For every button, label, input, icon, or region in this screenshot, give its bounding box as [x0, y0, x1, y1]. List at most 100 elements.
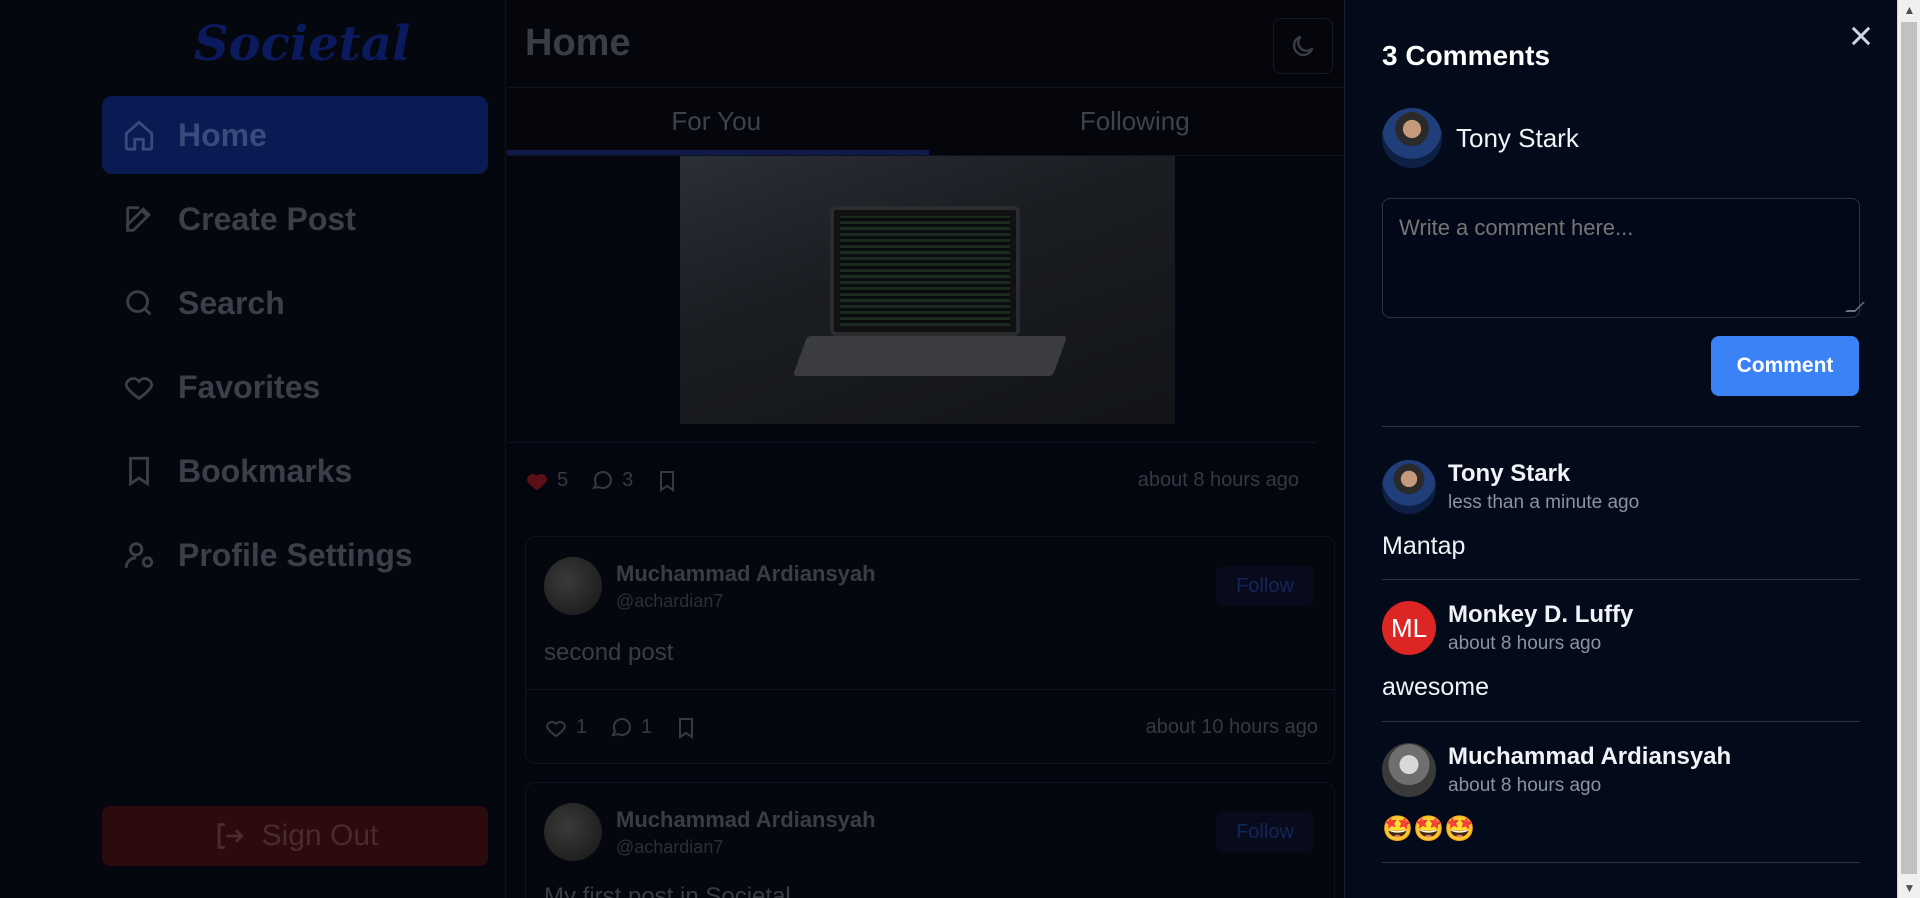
home-icon — [120, 116, 158, 154]
comment-text: awesome — [1382, 673, 1489, 701]
heart-icon — [545, 720, 567, 737]
like-count: 1 — [576, 716, 588, 738]
laptop-base-illustration — [792, 336, 1068, 376]
tab-following[interactable]: Following — [926, 88, 1345, 155]
sidebar-item-profile-settings[interactable]: Profile Settings — [102, 516, 488, 594]
comment-author: Monkey D. Luffy — [1448, 601, 1634, 628]
sidebar-item-favorites[interactable]: Favorites — [102, 348, 488, 426]
app-root: Societal Home Create Post Search Favorit… — [0, 0, 1920, 898]
comment-icon — [592, 470, 613, 489]
active-tab-indicator — [507, 150, 929, 155]
bookmark-button[interactable] — [655, 469, 687, 493]
comment-time: about 8 hours ago — [1448, 633, 1602, 654]
sidebar-item-label: Home — [178, 116, 267, 153]
like-button[interactable]: 5 — [525, 469, 568, 493]
bookmark-button[interactable] — [674, 716, 706, 740]
comment-icon — [611, 717, 632, 736]
post-text: second post — [544, 639, 674, 666]
feed: 5 3 about 8 hours ago Muchammad Ardiansy… — [507, 0, 1344, 898]
follow-button[interactable]: Follow — [1216, 812, 1314, 852]
bookmark-icon — [660, 470, 675, 492]
scroll-up-arrow-icon[interactable]: ▲ — [1898, 0, 1920, 20]
sidebar-item-label: Profile Settings — [178, 536, 413, 573]
comment-item: ML Monkey D. Luffy about 8 hours ago awe… — [1382, 601, 1860, 702]
feed-header: Home — [507, 0, 1344, 88]
post-time: about 10 hours ago — [1145, 716, 1318, 738]
author-handle: @achardian7 — [616, 590, 724, 611]
comment-text: 🤩🤩🤩 — [1382, 815, 1476, 843]
sidebar-item-label: Search — [178, 284, 285, 321]
post-actions: 5 3 about 8 hours ago — [507, 442, 1317, 518]
comment-count: 1 — [641, 716, 653, 738]
comment-text: Mantap — [1382, 532, 1466, 560]
bookmark-icon — [120, 452, 158, 490]
app-logo[interactable]: Societal — [194, 16, 410, 72]
scrollbar-thumb[interactable] — [1901, 22, 1917, 874]
post-author[interactable]: Muchammad Ardiansyah @achardian7 — [544, 803, 876, 861]
post-time: about 8 hours ago — [1137, 469, 1299, 491]
divider — [1382, 579, 1860, 580]
submit-comment-button[interactable]: Comment — [1711, 336, 1859, 396]
sidebar-item-label: Favorites — [178, 368, 321, 405]
comment-author: Muchammad Ardiansyah — [1448, 743, 1732, 770]
avatar — [1382, 743, 1436, 797]
comments-drawer: 3 Comments Tony Stark Comment Tony Stark… — [1344, 0, 1897, 898]
avatar — [1382, 460, 1436, 514]
author-name: Muchammad Ardiansyah — [616, 560, 876, 586]
heart-icon — [526, 473, 548, 490]
moon-icon — [1292, 35, 1314, 57]
author-handle: @achardian7 — [616, 836, 724, 857]
follow-button[interactable]: Follow — [1216, 566, 1314, 606]
close-icon — [1851, 26, 1871, 46]
divider — [1382, 862, 1860, 863]
sign-out-label: Sign Out — [261, 819, 379, 852]
post-actions: 1 1 about 10 hours ago — [526, 689, 1336, 765]
sidebar-item-label: Create Post — [178, 200, 356, 237]
close-button[interactable] — [1847, 22, 1875, 50]
user-settings-icon — [120, 536, 158, 574]
sign-out-button[interactable]: Sign Out — [102, 806, 488, 866]
comment-time: about 8 hours ago — [1448, 775, 1602, 796]
sidebar-item-label: Bookmarks — [178, 452, 353, 489]
post-image[interactable] — [680, 156, 1175, 424]
laptop-illustration — [830, 206, 1020, 336]
sidebar-item-bookmarks[interactable]: Bookmarks — [102, 432, 488, 510]
current-user: Tony Stark — [1382, 108, 1579, 168]
comment-button[interactable]: 3 — [590, 469, 633, 493]
sidebar-item-create-post[interactable]: Create Post — [102, 180, 488, 258]
comment-count: 3 — [622, 469, 634, 491]
comment-item: Muchammad Ardiansyah about 8 hours ago 🤩… — [1382, 743, 1860, 844]
avatar: ML — [1382, 601, 1436, 655]
current-user-name: Tony Stark — [1456, 122, 1579, 153]
feed-tabs: For You Following — [507, 88, 1344, 156]
comment-item: Tony Stark less than a minute ago Mantap — [1382, 460, 1860, 561]
post-card: Muchammad Ardiansyah @achardian7 Follow … — [525, 782, 1335, 898]
post-card: Muchammad Ardiansyah @achardian7 Follow … — [525, 536, 1336, 765]
avatar — [544, 803, 602, 861]
comment-button[interactable]: 1 — [609, 716, 652, 740]
scroll-down-arrow-icon[interactable]: ▼ — [1898, 878, 1920, 898]
search-icon — [120, 284, 158, 322]
tab-for-you[interactable]: For You — [507, 88, 926, 155]
avatar — [1382, 108, 1442, 168]
post-text: My first post in Societal — [544, 883, 791, 898]
comment-author: Tony Stark — [1448, 460, 1571, 487]
sidebar: Societal Home Create Post Search Favorit… — [82, 0, 506, 898]
sidebar-item-home[interactable]: Home — [102, 96, 488, 174]
bookmark-icon — [679, 717, 694, 739]
sidebar-item-search[interactable]: Search — [102, 264, 488, 342]
logout-icon — [217, 823, 244, 849]
like-button[interactable]: 1 — [544, 716, 587, 740]
post-author[interactable]: Muchammad Ardiansyah @achardian7 — [544, 557, 876, 615]
divider — [1382, 426, 1860, 427]
comment-input[interactable] — [1382, 198, 1860, 318]
like-count: 5 — [557, 469, 569, 491]
theme-toggle-button[interactable] — [1273, 18, 1333, 74]
heart-icon — [120, 368, 158, 406]
scrollbar[interactable]: ▲ ▼ — [1897, 0, 1920, 898]
drawer-title: 3 Comments — [1382, 40, 1551, 71]
edit-icon — [120, 200, 158, 238]
page-title: Home — [525, 22, 631, 64]
avatar — [544, 557, 602, 615]
comment-time: less than a minute ago — [1448, 492, 1640, 513]
